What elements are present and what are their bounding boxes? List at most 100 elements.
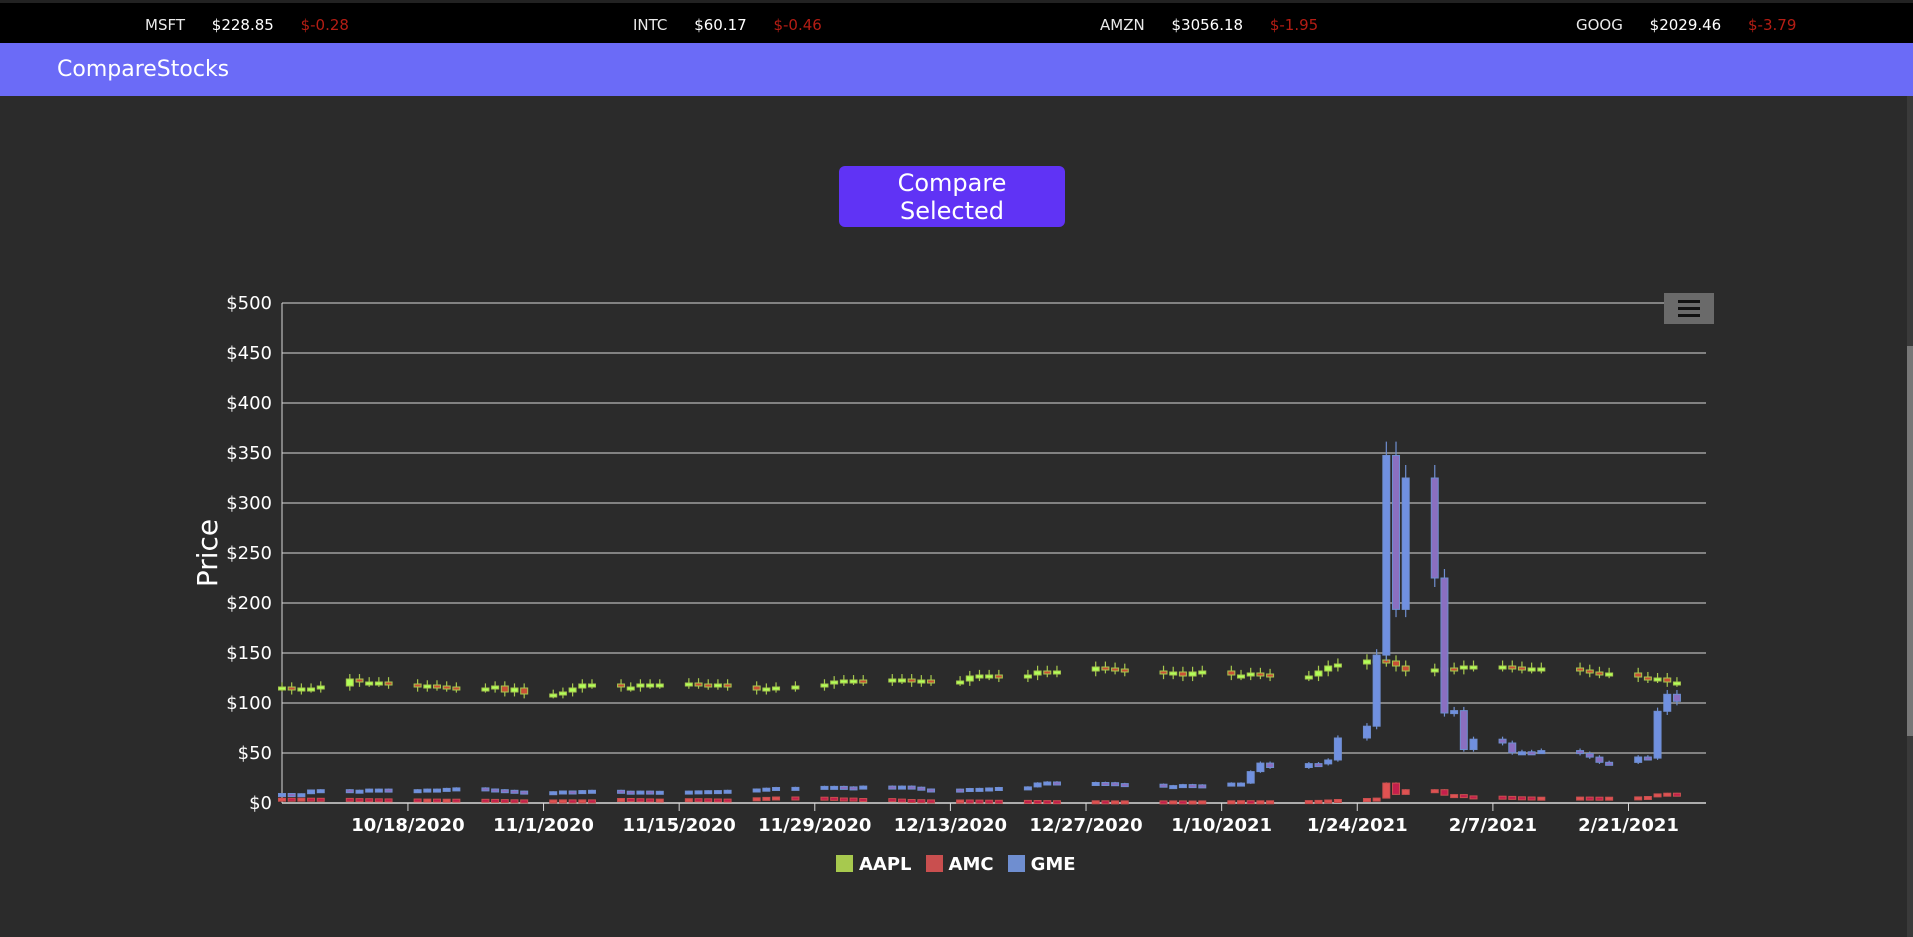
candle-amc [549,799,558,804]
candle-amc [365,798,374,803]
candle-gme [1256,762,1265,773]
candle-aapl [646,683,655,688]
candle-aapl [432,684,441,689]
candle-gme [897,785,906,790]
candle-aapl [1605,672,1614,677]
x-tick-label: 11/29/2020 [758,815,871,836]
candle-gme [481,787,490,792]
candle-amc [1634,796,1643,801]
candle-amc [481,798,490,803]
candle-gme [704,790,713,795]
ticker-symbol: INTC [633,16,668,34]
candle-aapl [636,683,645,688]
candle-gme [762,787,771,792]
candle-gme [1672,693,1681,702]
candle-aapl [297,687,306,692]
candle-aapl [278,686,286,691]
candle-amc [1314,799,1323,804]
candle-aapl [384,681,393,686]
candle-amc [1430,789,1439,794]
candle-amc [1362,798,1371,802]
candle-amc [839,797,848,802]
candle-gme [1052,781,1061,786]
candle-gme [772,787,781,791]
x-tick-label: 2/7/2021 [1449,815,1537,836]
candle-gme [1101,782,1110,786]
candle-aapl [491,685,500,690]
candle-aapl [287,686,296,691]
scrollbar-thumb[interactable] [1907,346,1913,736]
candle-gme [1392,455,1401,610]
candle-amc [704,798,713,803]
candle-gme [1178,784,1187,789]
candle-aapl [1450,667,1459,672]
candle-gme [500,789,509,794]
candle-gme [1595,756,1604,763]
candle-gme [907,785,916,790]
y-tick-label: $0 [249,793,272,814]
candle-aapl [587,683,596,688]
ticker-item-intc[interactable]: INTC $60.17 $-0.46 [633,16,822,34]
candle-gme [1304,763,1313,769]
candle-gme [1198,784,1207,789]
candle-aapl [345,678,354,687]
candle-amc [820,796,829,801]
chart-menu-button[interactable] [1664,293,1714,324]
legend-item-gme[interactable]: GME [1007,853,1076,875]
candle-gme [520,790,529,795]
candle-amc [1188,800,1197,805]
legend-item-aapl[interactable]: AAPL [836,854,912,875]
candle-amc [1227,800,1236,805]
candle-amc [859,798,868,802]
candle-amc [1101,800,1110,805]
candle-amc [985,799,994,804]
candle-gme [1653,710,1662,759]
candle-aapl [985,674,994,679]
candle-amc [1178,800,1187,805]
ticker-item-msft[interactable]: MSFT $228.85 $-0.28 [145,16,349,34]
navbar: CompareStocks [0,43,1913,96]
candle-gme [1333,737,1342,761]
candle-amc [1517,796,1526,801]
candle-gme [278,793,286,797]
candle-aapl [956,680,965,685]
ticker-item-amzn[interactable]: AMZN $3056.18 $-1.95 [1100,16,1318,34]
candle-gme [655,790,664,795]
brand-logo[interactable]: CompareStocks [57,57,229,82]
candle-gme [1430,477,1439,579]
candle-aapl [888,678,897,683]
candle-amc [345,797,354,802]
legend-item-amc[interactable]: AMC [925,854,994,875]
candle-aapl [839,679,848,684]
candle-gme [1033,782,1042,788]
candle-gme [1440,577,1449,714]
candle-amc [1256,800,1265,805]
candle-aapl [626,686,635,691]
candle-aapl [1643,676,1652,681]
candle-amc [965,799,974,804]
page-scrollbar[interactable] [1907,96,1913,937]
candle-amc [432,798,441,803]
candle-aapl [316,685,325,690]
candle-amc [1663,792,1672,797]
y-tick-label: $100 [226,693,272,714]
ticker-change: $-3.79 [1748,16,1797,34]
compare-selected-button[interactable]: Compare Selected [839,166,1065,227]
candle-aapl [1430,668,1439,673]
candle-gme [384,788,393,793]
y-tick-label: $150 [226,643,272,664]
candle-gme [965,788,974,792]
candle-amc [975,799,984,804]
candle-amc [626,798,635,802]
candle-aapl [1159,670,1168,675]
candle-aapl [1362,659,1371,665]
ticker-item-goog[interactable]: GOOG $2029.46 $-3.79 [1576,16,1796,34]
legend-label: GME [1030,853,1076,875]
candle-amc [1653,793,1662,798]
stock-candlestick-chart[interactable]: $0 $50 $100 $150 $200 $250 $300 $350 $400 $450 $50… [0,260,1740,880]
candle-aapl [1527,667,1536,672]
candle-amc [1052,800,1061,805]
x-tick-label: 10/18/2020 [351,815,464,836]
candle-aapl [1237,674,1246,679]
candle-aapl [1256,672,1265,677]
